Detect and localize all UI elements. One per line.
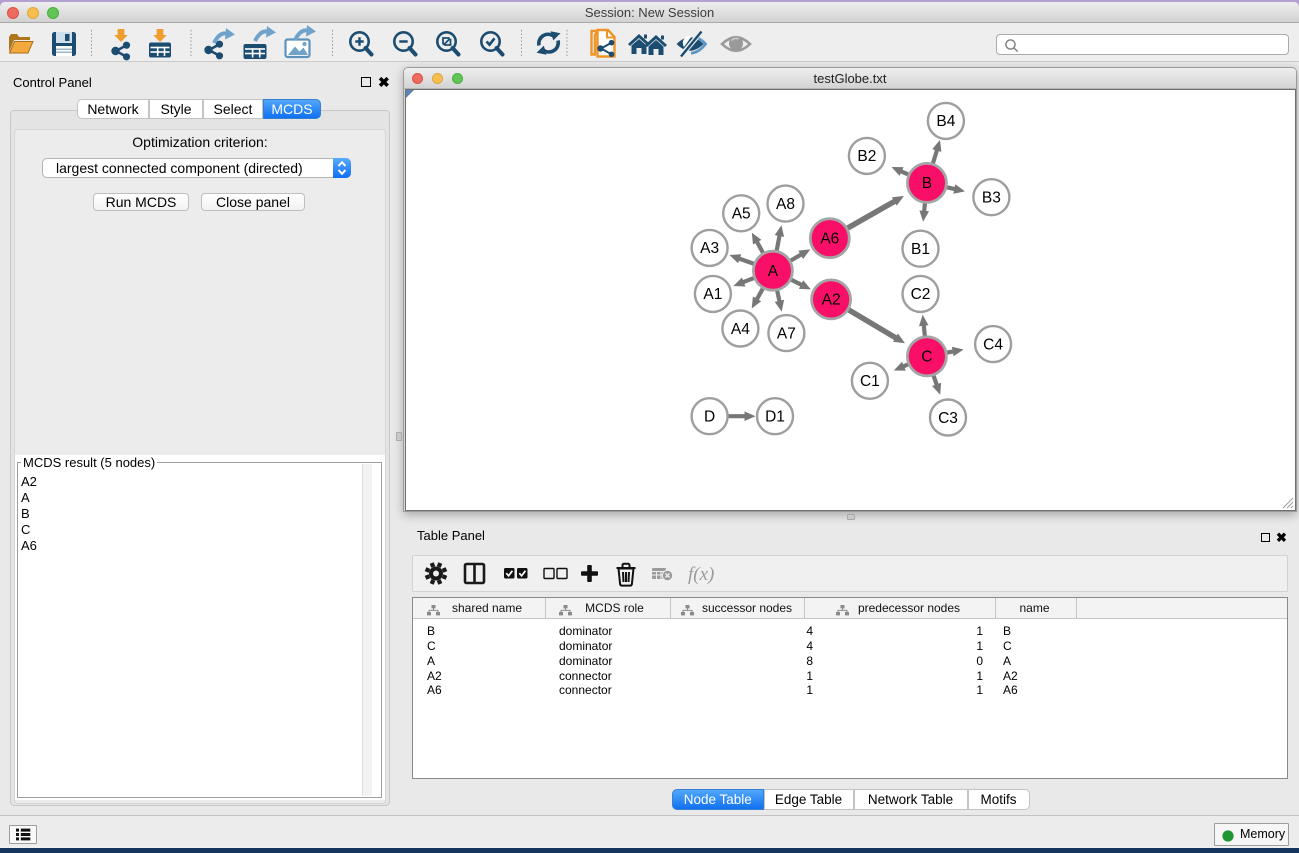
svg-text:A2: A2	[822, 292, 841, 309]
svg-text:B3: B3	[982, 190, 1001, 207]
svg-text:D: D	[704, 409, 715, 426]
svg-text:C4: C4	[983, 336, 1003, 353]
svg-text:A7: A7	[777, 325, 796, 342]
svg-text:A5: A5	[732, 206, 751, 223]
svg-text:B2: B2	[857, 148, 876, 165]
svg-text:A4: A4	[731, 321, 750, 338]
svg-text:A6: A6	[820, 231, 839, 248]
svg-text:C1: C1	[860, 373, 880, 390]
svg-text:A3: A3	[700, 240, 719, 257]
svg-text:A1: A1	[703, 286, 722, 303]
svg-text:B1: B1	[911, 241, 930, 258]
svg-text:f(x): f(x)	[688, 564, 714, 585]
svg-text:A: A	[768, 263, 779, 280]
svg-text:C3: C3	[938, 410, 958, 427]
svg-text:C2: C2	[911, 286, 931, 303]
svg-text:A8: A8	[776, 196, 795, 213]
svg-text:D1: D1	[765, 409, 785, 426]
svg-text:B: B	[922, 175, 932, 192]
svg-text:B4: B4	[936, 113, 955, 130]
svg-text:C: C	[921, 349, 932, 366]
